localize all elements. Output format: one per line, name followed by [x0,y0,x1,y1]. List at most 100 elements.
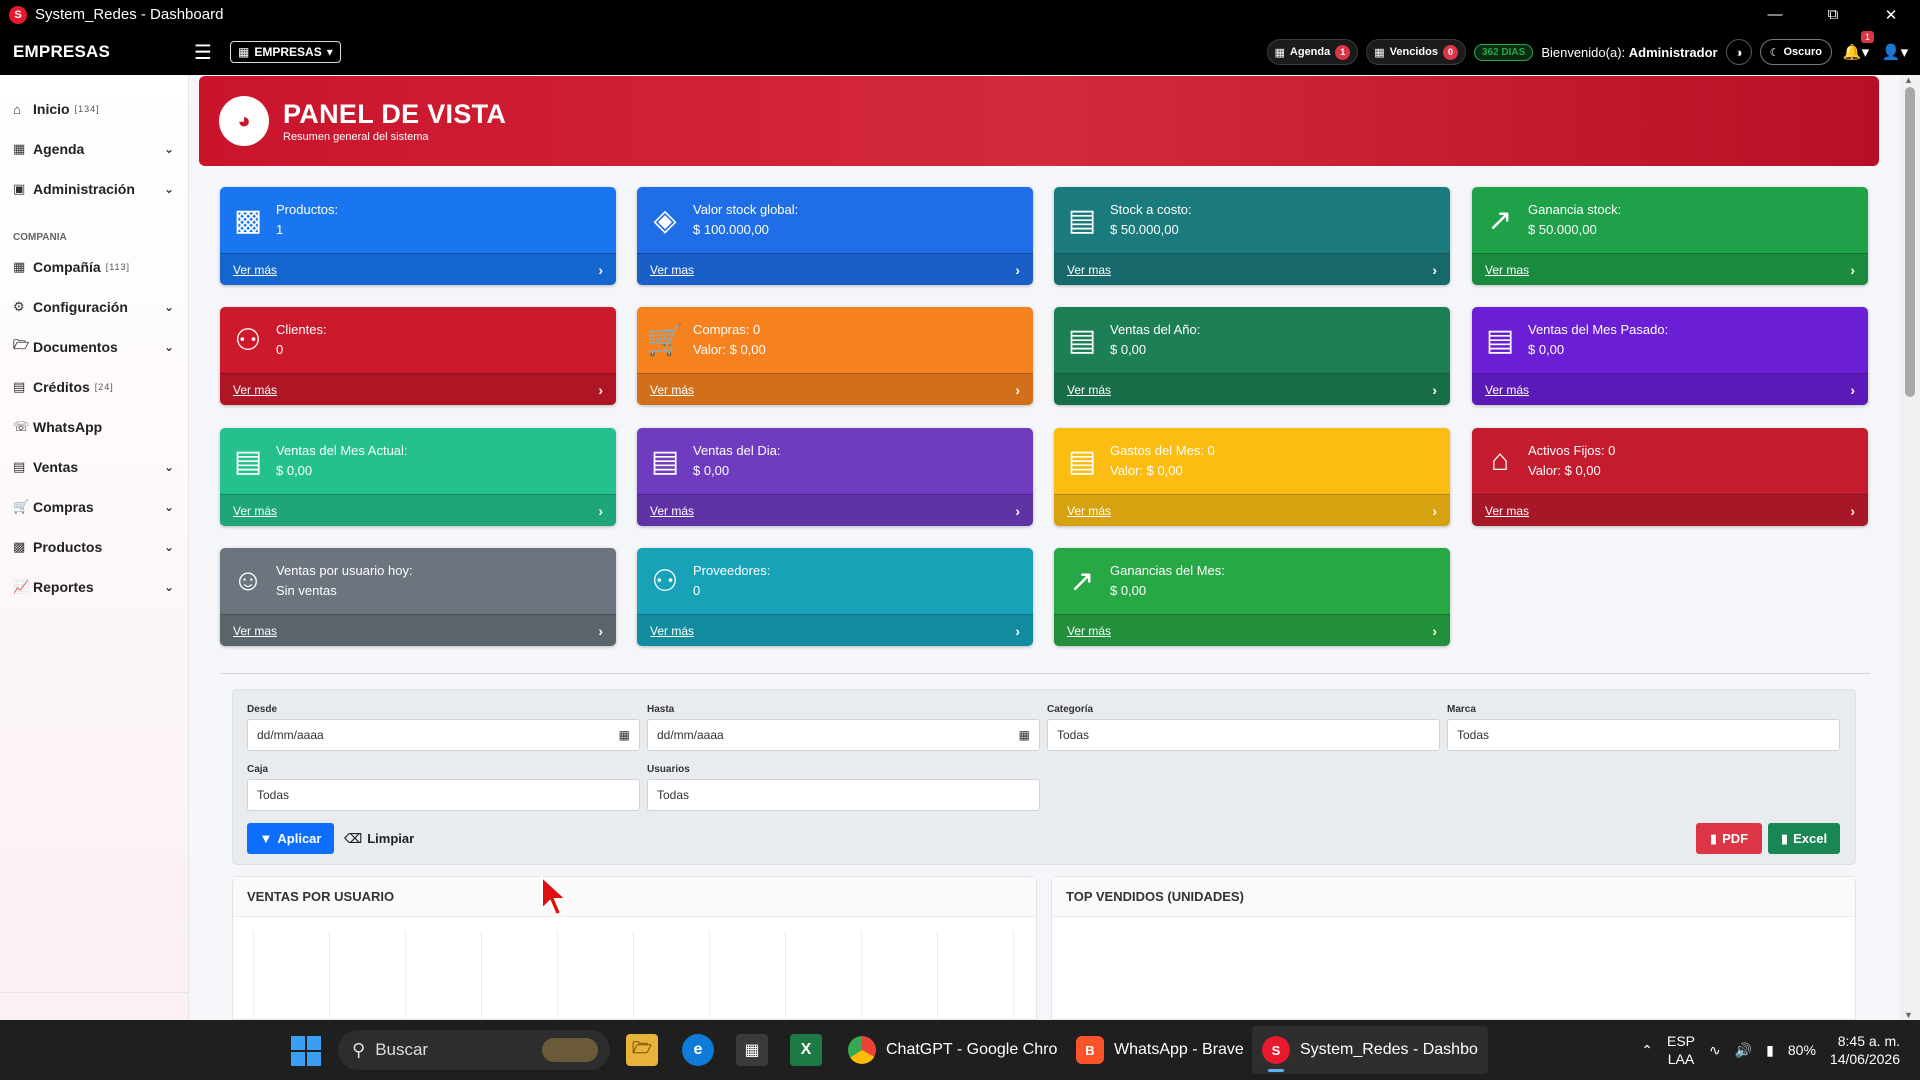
ver-mas-link[interactable]: Ver mas [1485,504,1529,518]
chart-gridline [937,931,938,1021]
cart-icon: 🛒 [13,499,30,514]
export-pdf-button[interactable]: ▮ PDF [1696,823,1762,854]
usuarios-select[interactable]: Todas [647,779,1040,811]
filter-label: Caja [247,764,269,775]
building-icon: ▦ [13,259,26,274]
store-icon[interactable]: ▦ [736,1034,768,1066]
card-footer-link[interactable]: Ver más › [637,494,1033,526]
sidebar-item-compania[interactable]: ▦ Compañía [113] [0,247,188,287]
building-icon: ▦ [238,45,250,59]
clock[interactable]: 8:45 a. m. 14/06/2026 [1830,1032,1900,1068]
card-footer-link[interactable]: Ver mas › [1472,494,1868,526]
taskbar-app-whatsapp[interactable]: B WhatsApp - Brave [1066,1026,1254,1074]
marca-select[interactable]: Todas [1447,719,1840,751]
sidebar-item-label: Documentos [33,339,118,355]
sidebar-item-whatsapp[interactable]: ☏ WhatsApp [0,407,188,447]
card-footer-link[interactable]: Ver más › [637,614,1033,646]
card-value: $ 100.000,00 [693,222,769,237]
chart-gridline [329,931,330,1021]
wifi-icon[interactable]: ∿ [1709,1042,1721,1059]
page-scrollbar[interactable]: ▲ ▼ [1900,75,1920,1020]
brand[interactable]: EMPRESAS [13,42,188,62]
ver-mas-link[interactable]: Ver más [650,504,694,518]
sidebar-item-administracion[interactable]: ▣ Administración ⌄ [0,169,188,209]
categoria-select[interactable]: Todas [1047,719,1440,751]
palette-icon[interactable]: ◑ [1725,39,1752,65]
card-footer-link[interactable]: Ver mas › [1054,253,1450,285]
restore-icon[interactable]: ⧉ [1804,0,1862,29]
excel-icon[interactable]: X [790,1034,822,1066]
chevron-up-icon[interactable]: ⌃ [1641,1042,1653,1059]
sidebar-item-agenda[interactable]: ▦ Agenda ⌄ [0,129,188,169]
file-explorer-icon[interactable]: 🗁 [626,1034,658,1066]
navbar-right: ▦ Agenda 1 ▦ Vencidos 0 362 DIAS Bienven… [1266,29,1920,75]
ver-mas-link[interactable]: Ver más [1485,383,1529,397]
ver-mas-link[interactable]: Ver más [1067,624,1111,638]
sidebar: ⌂ Inicio [134] ▦ Agenda ⌄ ▣ Administraci… [0,75,189,1020]
edge-icon[interactable]: e [682,1034,714,1066]
ver-mas-link[interactable]: Ver mas [233,624,277,638]
sidebar-item-ventas[interactable]: ▤ Ventas ⌄ [0,447,188,487]
user-menu-icon[interactable]: 👤▾ [1880,43,1910,61]
scrollbar-thumb[interactable] [1905,87,1915,397]
card-footer-link[interactable]: Ver mas › [220,614,616,646]
apply-filters-button[interactable]: ▼ Aplicar [247,823,334,854]
dark-mode-button[interactable]: ☾ Oscuro [1759,39,1832,65]
ver-mas-link[interactable]: Ver mas [1485,263,1529,277]
sidebar-item-inicio[interactable]: ⌂ Inicio [134] [0,89,188,129]
agenda-pill[interactable]: ▦ Agenda 1 [1266,39,1359,65]
card-footer-link[interactable]: Ver mas › [637,253,1033,285]
scroll-up-icon[interactable]: ▲ [1904,75,1913,85]
volume-icon[interactable]: 🔊 [1735,1042,1752,1059]
minimize-icon[interactable]: — [1746,0,1804,29]
card-value: $ 0,00 [1110,342,1147,357]
card-footer-link[interactable]: Ver mas › [1472,253,1868,285]
ver-mas-link[interactable]: Ver mas [650,263,694,277]
hamburger-menu-icon[interactable]: ☰ [188,40,218,65]
sidebar-item-compras[interactable]: 🛒 Compras ⌄ [0,487,188,527]
desde-date-input[interactable]: dd/mm/aaaa ▦ [247,719,640,751]
taskbar-search[interactable]: ⚲ Buscar [338,1030,610,1070]
ver-mas-link[interactable]: Ver más [233,504,277,518]
card-clientes: ⚇ Clientes: 0 Ver más › [220,307,616,405]
ver-mas-link[interactable]: Ver mas [1067,263,1111,277]
card-footer-link[interactable]: Ver más › [220,373,616,405]
windows-start-icon[interactable] [291,1036,321,1066]
ver-mas-link[interactable]: Ver más [233,263,277,277]
card-footer-link[interactable]: Ver más › [637,373,1033,405]
notifications-bell[interactable]: 🔔▾ 1 [1840,31,1874,61]
battery-icon[interactable]: ▮ [1766,1042,1774,1059]
card-ganancia-stock: ↗ Ganancia stock: $ 50.000,00 Ver mas › [1472,187,1868,285]
card-footer-link[interactable]: Ver más › [1054,614,1450,646]
ver-mas-link[interactable]: Ver más [1067,504,1111,518]
vencidos-pill[interactable]: ▦ Vencidos 0 [1366,39,1466,65]
select-value: Todas [657,788,690,802]
card-footer-link[interactable]: Ver más › [1054,494,1450,526]
hasta-date-input[interactable]: dd/mm/aaaa ▦ [647,719,1040,751]
empresas-dropdown[interactable]: ▦ EMPRESAS ▾ [230,41,341,63]
ver-mas-link[interactable]: Ver más [233,383,277,397]
taskbar-app-system-redes[interactable]: S System_Redes - Dashbo [1252,1026,1488,1074]
card-footer-link[interactable]: Ver más › [220,253,616,285]
taskbar-app-chatgpt[interactable]: ChatGPT - Google Chro [838,1026,1067,1074]
ver-mas-link[interactable]: Ver más [650,383,694,397]
sidebar-item-creditos[interactable]: ▤ Créditos [24] [0,367,188,407]
sidebar-item-documentos[interactable]: 🗁 Documentos ⌄ [0,327,188,367]
sidebar-item-configuracion[interactable]: ⚙ Configuración ⌄ [0,287,188,327]
export-excel-button[interactable]: ▮ Excel [1768,823,1840,854]
ver-mas-link[interactable]: Ver más [1067,383,1111,397]
card-footer-link[interactable]: Ver más › [1054,373,1450,405]
caja-select[interactable]: Todas [247,779,640,811]
dark-mode-label: Oscuro [1783,46,1822,58]
language-indicator[interactable]: ESP LAA [1667,1032,1695,1068]
sidebar-item-productos[interactable]: ▩ Productos ⌄ [0,527,188,567]
card-footer-link[interactable]: Ver más › [1472,373,1868,405]
card-footer-link[interactable]: Ver más › [220,494,616,526]
clear-filters-button[interactable]: ⌫ Limpiar [339,823,419,854]
scroll-down-icon[interactable]: ▼ [1904,1010,1913,1020]
page-header: ◕ PANEL DE VISTA Resumen general del sis… [199,76,1879,166]
close-icon[interactable]: ✕ [1862,0,1920,29]
ver-mas-link[interactable]: Ver más [650,624,694,638]
sidebar-item-reportes[interactable]: 📈 Reportes ⌄ [0,567,188,607]
chart-line-icon: ↗ [1069,564,1095,598]
